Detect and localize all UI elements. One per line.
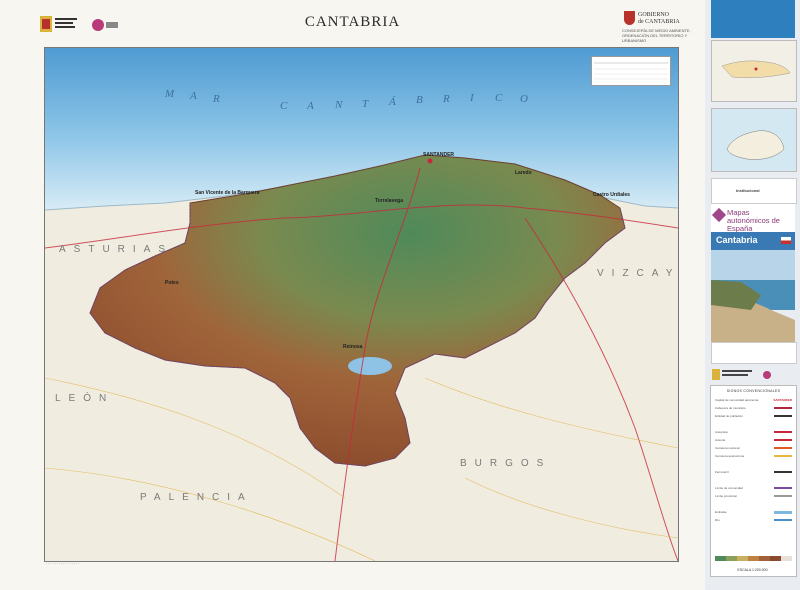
legend-swatch (774, 407, 792, 409)
place-label: Reinosa (343, 344, 363, 350)
legend-text: Autopista (715, 430, 728, 434)
legend-swatch (774, 415, 792, 417)
legend-row: Ferrocarril (715, 470, 792, 474)
legend-text: Embalse (715, 510, 727, 514)
credits: · · · · · · · · · · · · · · · · (46, 562, 80, 566)
brand-icon (711, 207, 727, 223)
legend-capital-sample: SANTANDER (773, 398, 792, 402)
legend-swatch (774, 447, 792, 449)
institutional-text: Institucional (736, 188, 760, 193)
sea-letter: I (470, 92, 483, 104)
legend-text: Límite de comunidad (715, 486, 743, 490)
legend-swatch (774, 431, 792, 433)
legend-text: Río (715, 518, 720, 522)
cover-header: Cantabria (711, 232, 795, 250)
place-label: Potes (165, 280, 179, 286)
sea-letter: A (307, 100, 323, 112)
legend-row: Autopista (715, 430, 792, 434)
logo-line2: de CANTABRIA (638, 19, 680, 25)
map-inset-table (591, 56, 671, 86)
legend-row: Límite provincial (715, 494, 792, 498)
map-sheet: CANTABRIA GOBIERNO de CANTABRIA CONSEJER… (0, 0, 705, 590)
region-label-vizcaya: VIZCAYA (597, 268, 679, 279)
cover-image: Cantabria (711, 232, 795, 342)
legend-row: Carretera nacional (715, 446, 792, 450)
legend-swatch (774, 487, 792, 489)
legend-text: Entidad de población (715, 414, 744, 418)
legend-row: Límite de comunidad (715, 486, 792, 490)
sea-letter: C (280, 100, 297, 112)
coat-of-arms-icon (624, 11, 635, 25)
place-label: San Vicente de la Barquera (195, 190, 260, 196)
legend-text: Ferrocarril (715, 470, 729, 474)
region-minimap (711, 108, 797, 172)
place-label: Laredo (515, 170, 532, 176)
place-label: Torrelavega (375, 198, 403, 204)
sea-letter: R (213, 93, 229, 105)
flag-icon (781, 237, 791, 244)
region-label-leon: LEÓN (55, 393, 115, 404)
legend-text: Capital de comunidad autónoma (715, 398, 759, 402)
ministry-logo (712, 368, 792, 382)
map-title: CANTABRIA (304, 14, 401, 30)
legend-text: Cabecera de municipio (715, 406, 746, 410)
region-label-palencia: PALENCIA (140, 492, 253, 503)
legend-swatch (774, 519, 792, 521)
legend-row: Carretera autonómica (715, 454, 792, 458)
place-label: Castro Urdiales (593, 192, 630, 198)
legend-swatch (774, 455, 792, 457)
legend-panel: SIGNOS CONVENCIONALES Capital de comunid… (710, 385, 797, 577)
legend-text: Carretera autonómica (715, 454, 745, 458)
sea-letter: A (190, 90, 206, 102)
ebro-reservoir (348, 357, 392, 375)
cover-title: Cantabria (716, 235, 758, 245)
sea-letter: R (443, 93, 459, 105)
legend-row: Entidad de población (715, 414, 792, 418)
elevation-bar (715, 556, 792, 561)
institutional-label: Institucional (711, 178, 797, 204)
legend-row: Capital de comunidad autónoma SANTANDER (715, 398, 792, 402)
sea-letter: C (495, 92, 512, 104)
sea-letter: N (335, 99, 352, 111)
legend-swatch (774, 439, 792, 441)
scale-label: ESCALA 1:200.000 (737, 568, 768, 572)
legend-text: Límite provincial (715, 494, 737, 498)
legend-row: Autovía (715, 438, 792, 442)
legend-row: Embalse (715, 510, 792, 514)
sea-letter: T (362, 98, 378, 110)
region-label-asturias: ASTURIAS (59, 244, 174, 255)
sea-letter: B (416, 94, 432, 106)
legend-row: Río (715, 518, 792, 522)
legend-text: Carretera nacional (715, 446, 740, 450)
legend-title: SIGNOS CONVENCIONALES (726, 389, 781, 393)
legend-swatch (774, 511, 792, 514)
sea-letter: Á (389, 96, 405, 108)
legend-text: Autovía (715, 438, 726, 442)
legend-swatch (774, 495, 792, 497)
legend-row: Cabecera de municipio (715, 406, 792, 410)
logo-subtitle: CONSEJERÍA DE MEDIO AMBIENTE, ORDENACIÓN… (622, 28, 691, 43)
region-label-burgos: BURGOS (460, 458, 552, 469)
brand-block: Mapas autonómicos de España (711, 204, 795, 233)
sea-letter: M (165, 88, 184, 100)
relief-map (45, 48, 678, 561)
legend-swatch (774, 471, 792, 473)
logo-line1: GOBIERNO (638, 12, 669, 18)
capital-label-santander: SANTANDER (423, 152, 455, 158)
cover-strip (711, 0, 795, 38)
gobierno-cantabria-logo: GOBIERNO de CANTABRIA CONSEJERÍA DE MEDI… (622, 10, 698, 44)
location-minimap (711, 40, 797, 102)
series-meta (711, 342, 797, 364)
map-area[interactable]: M A R C A N T Á B R I C O ASTURIAS PALEN… (44, 47, 679, 562)
sea-letter: O (520, 93, 537, 105)
brand-name: Mapas autonómicos de España (727, 208, 780, 233)
